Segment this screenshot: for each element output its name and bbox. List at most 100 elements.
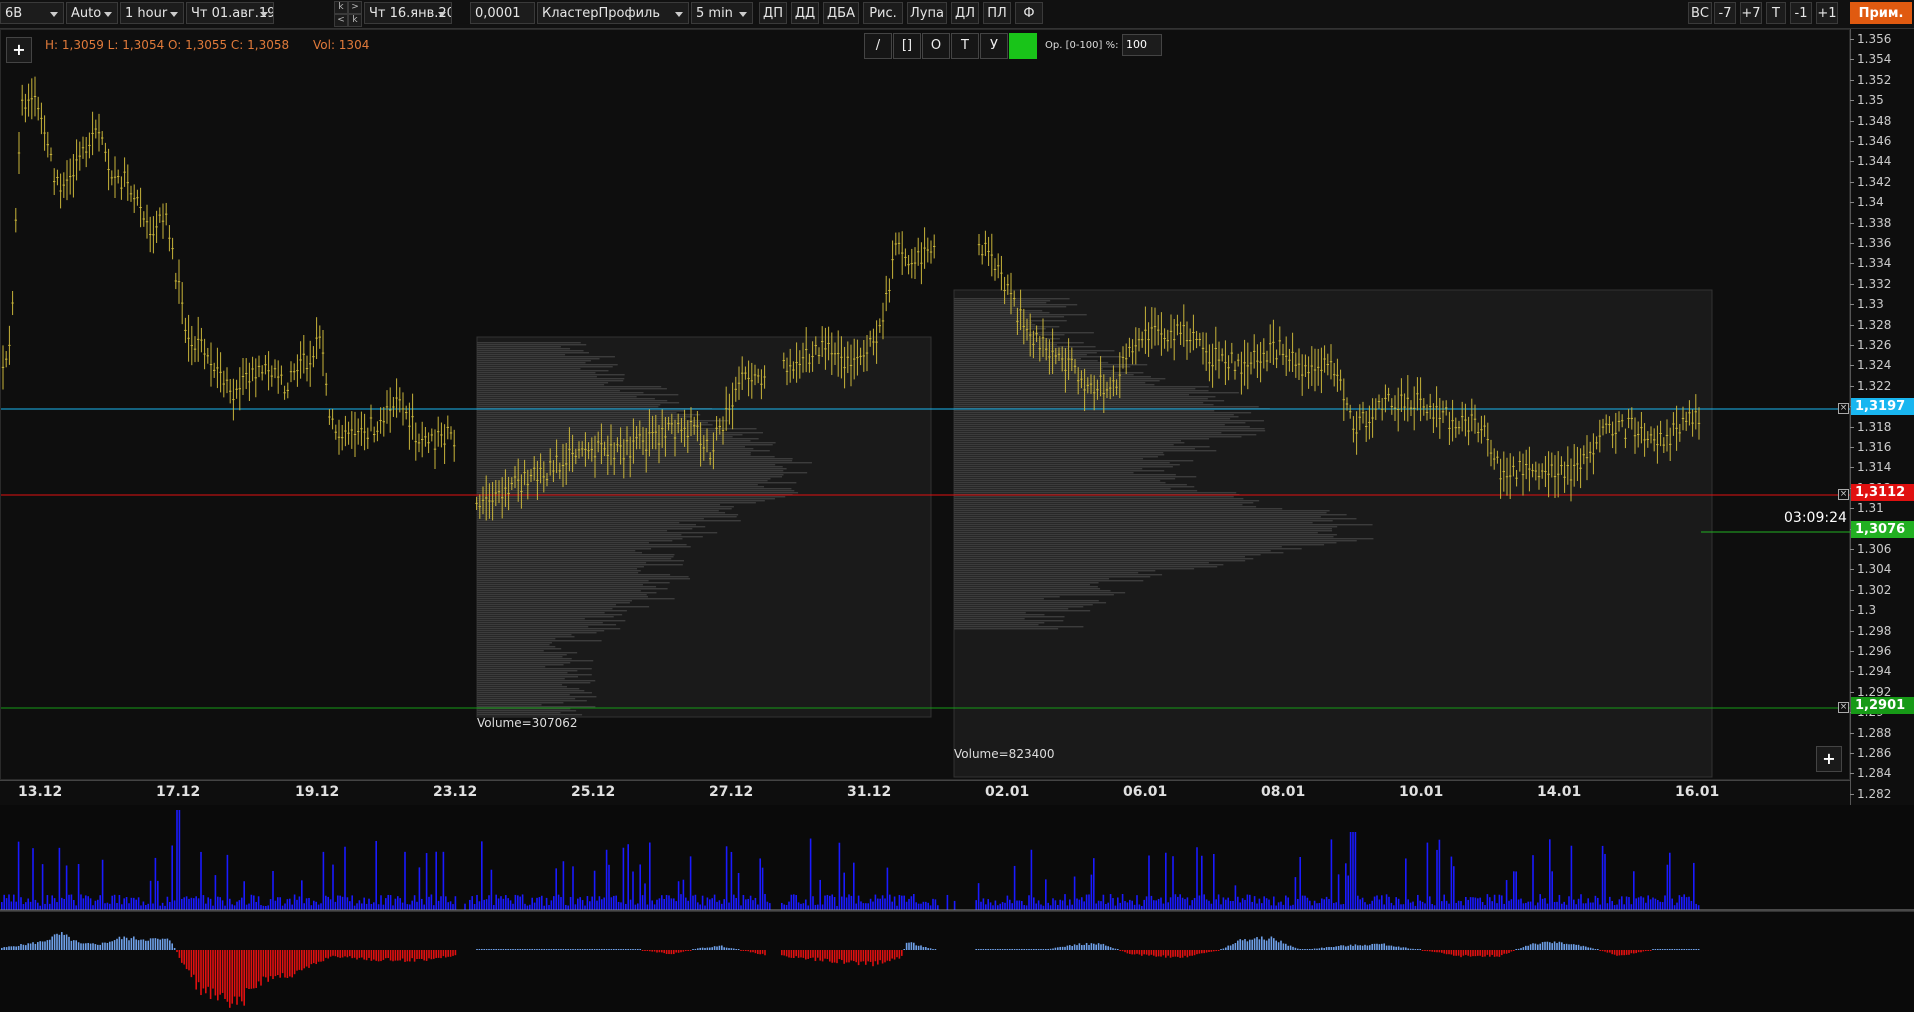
symbol-select[interactable]: 6B (0, 2, 64, 24)
delta-bar (1664, 949, 1666, 950)
delta-bar (841, 950, 843, 961)
delta-bar (1251, 939, 1253, 950)
volume-bar (1246, 894, 1249, 910)
profile-bar (477, 584, 643, 586)
ellipse-tool-button[interactable]: O (922, 33, 950, 59)
volume-bar (593, 870, 596, 910)
delta-bar (188, 950, 190, 971)
delta-bar (1174, 950, 1177, 957)
profile-bar (477, 390, 620, 392)
profile-bar (477, 382, 609, 384)
add-pane-button[interactable]: + (1816, 746, 1842, 772)
delta-bar (1253, 938, 1256, 950)
shift-right-button[interactable]: > (348, 1, 362, 14)
volume-bar (1088, 894, 1090, 910)
add-indicator-button[interactable]: + (6, 37, 32, 63)
delta-bar (656, 950, 658, 953)
delta-bar (663, 950, 665, 954)
delta-bar (1157, 950, 1160, 957)
price-axis[interactable]: 1.356 1.354 1.352 1.35 1.348 1.346 1.344 1.342 1… (1849, 29, 1914, 809)
text-tool-button[interactable]: T (951, 33, 979, 59)
shift-k-left-button[interactable]: k (334, 1, 348, 14)
delta-bar (375, 950, 377, 961)
t-button[interactable]: T (1766, 2, 1786, 24)
level-tool-button[interactable]: У (980, 33, 1008, 59)
volume-bar (1018, 900, 1021, 910)
pl-button[interactable]: ПЛ (983, 2, 1011, 24)
delta-bar (92, 943, 94, 950)
volume-bar (1515, 871, 1517, 910)
volume-pane[interactable] (0, 805, 1914, 912)
date-from-picker[interactable]: Чт 01.авг.19 (186, 2, 274, 24)
shift-k-right-button[interactable]: k (348, 14, 362, 27)
remove-level-icon[interactable]: × (1838, 702, 1849, 713)
tick-size-input[interactable]: 0,0001 (470, 2, 535, 24)
dba-button[interactable]: ДБА (823, 2, 859, 24)
volume-bar (1693, 862, 1695, 910)
date-to-picker[interactable]: Чт 16.янв.20 (364, 2, 452, 24)
profile-bar (477, 662, 571, 664)
delta-bar (557, 949, 560, 950)
volume-bar (1107, 902, 1109, 910)
vs-button[interactable]: ВС (1688, 2, 1712, 24)
opacity-input[interactable]: 100 (1122, 34, 1162, 56)
color-swatch-button[interactable] (1009, 33, 1037, 59)
delta-bar (1097, 943, 1100, 950)
scale-select[interactable]: Auto (66, 2, 118, 24)
profile-bar (477, 484, 758, 486)
dd-button[interactable]: ДД (791, 2, 819, 24)
price-chart[interactable] (0, 29, 1851, 780)
apply-button[interactable]: Прим. (1850, 2, 1912, 24)
volume-bar (202, 895, 205, 910)
delta-bar (1489, 950, 1491, 957)
volume-bar (814, 904, 817, 910)
profile-type-select[interactable]: КластерПрофиль (537, 2, 689, 24)
plus7-button[interactable]: +7 (1740, 2, 1762, 24)
delta-bar (1661, 949, 1664, 950)
plus1-button[interactable]: +1 (1816, 2, 1838, 24)
shift-left-button[interactable]: < (334, 14, 348, 27)
f-button[interactable]: Ф (1015, 2, 1043, 24)
time-axis[interactable]: 13.12 17.12 19.12 23.12 25.12 27.12 31.12 02.01… (0, 780, 1850, 805)
delta-bar (1328, 946, 1330, 950)
delta-bar (565, 949, 567, 950)
delta-bar (1436, 950, 1438, 953)
profile-bar (954, 302, 1047, 304)
volume-bar (1407, 899, 1409, 910)
delta-bar (1193, 950, 1196, 956)
delta-bar (533, 949, 536, 950)
volume-bar (497, 898, 500, 910)
dp-button[interactable]: ДП (759, 2, 787, 24)
profile-timeframe-select[interactable]: 5 min (691, 2, 753, 24)
dl-button[interactable]: ДЛ (951, 2, 979, 24)
line-tool-button[interactable]: / (864, 33, 892, 59)
price-tick-label: 1.342 (1849, 174, 1892, 189)
profile-bar (954, 512, 1327, 514)
remove-level-icon[interactable]: × (1838, 489, 1849, 500)
delta-bar (807, 950, 809, 959)
delta-bar (1388, 945, 1390, 950)
volume-bar (238, 900, 241, 910)
minus7-button[interactable]: -7 (1714, 2, 1736, 24)
delta-bar (140, 939, 142, 950)
volume-bar (269, 899, 272, 910)
delta-bar (1268, 938, 1270, 950)
volume-bar (293, 894, 296, 910)
magnifier-button[interactable]: Лупа (907, 2, 947, 24)
volume-bar (1429, 896, 1431, 910)
draw-button[interactable]: Рис. (863, 2, 903, 24)
rectangle-tool-button[interactable]: [] (893, 33, 921, 59)
volume-bar (733, 894, 735, 910)
remove-level-icon[interactable]: × (1838, 403, 1849, 414)
delta-bar (608, 949, 610, 950)
volume-bar (267, 905, 269, 910)
volume-readout: Vol: 1304 (312, 38, 370, 52)
volume-bar (1587, 898, 1589, 910)
volume-bar (1083, 901, 1085, 910)
minus1-button[interactable]: -1 (1790, 2, 1812, 24)
timeframe-select[interactable]: 1 hour (120, 2, 184, 24)
volume-bar (454, 896, 457, 910)
delta-pane[interactable] (0, 912, 1914, 1012)
volume-bar (785, 904, 788, 910)
profile-bar (477, 360, 591, 362)
